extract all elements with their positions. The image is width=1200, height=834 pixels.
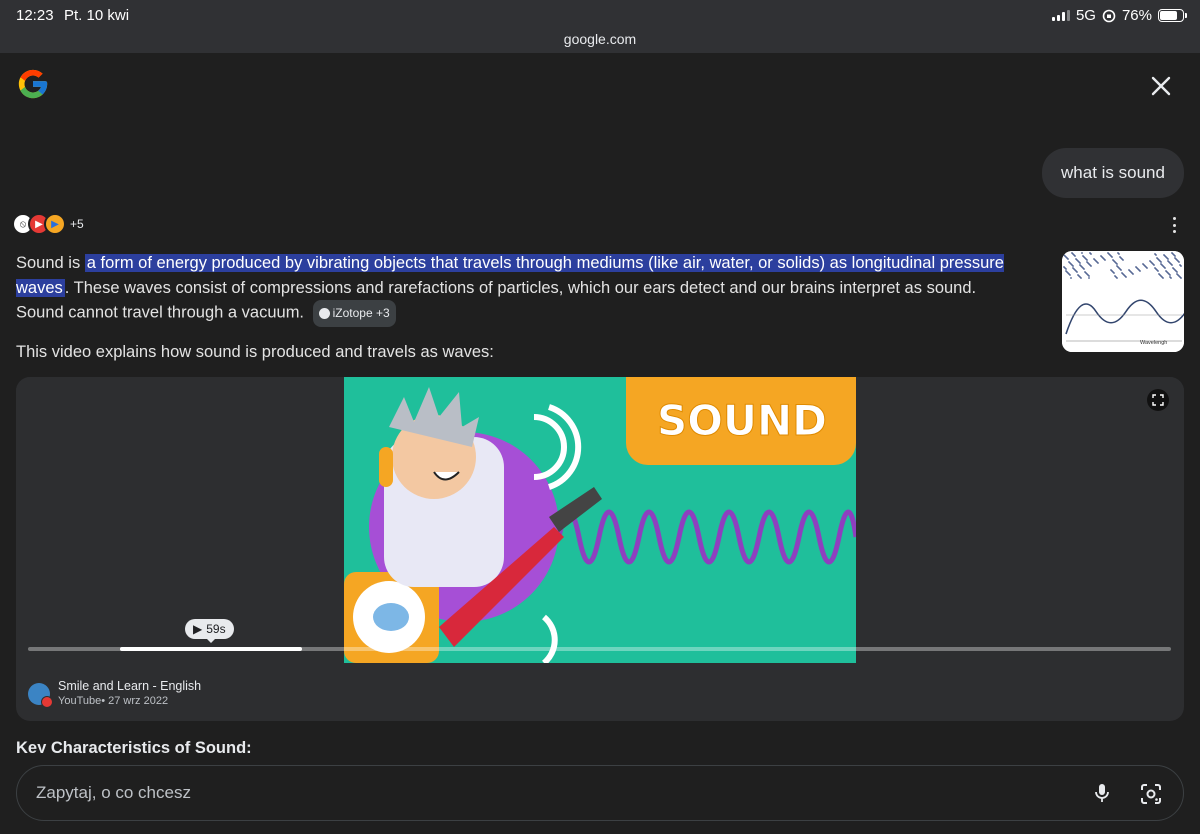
duration-label: 59s — [206, 622, 226, 636]
ai-overview-panel: what is sound ⦸ ▶ ▶ +5 Sound is a form o… — [0, 53, 1200, 834]
fullscreen-icon[interactable] — [1147, 389, 1169, 411]
status-indicators: 5G 76% — [1051, 7, 1187, 24]
source-site-icon: ▶ — [44, 213, 66, 235]
google-lens-icon[interactable] — [1139, 782, 1163, 806]
play-icon: ▶ — [193, 622, 203, 636]
url-label[interactable]: google.com — [0, 31, 1200, 47]
status-time: 12:23 — [16, 7, 54, 24]
channel-info[interactable]: Smile and Learn - English YouTube• 27 wr… — [28, 679, 201, 709]
ask-bar[interactable] — [16, 765, 1184, 821]
user-query-bubble: what is sound — [1042, 148, 1184, 198]
video-progress-track[interactable] — [28, 647, 1171, 651]
google-logo-icon — [18, 69, 48, 99]
more-options-icon[interactable] — [1170, 217, 1178, 233]
answer-text: Sound is a form of energy produced by vi… — [16, 251, 1016, 327]
ask-input[interactable] — [36, 766, 936, 820]
section-heading: Key Characteristics of Sound: — [16, 739, 252, 753]
video-player[interactable]: SOUND ▶ 59s — [16, 377, 1184, 663]
battery-icon — [1158, 9, 1187, 22]
video-intro-text: This video explains how sound is produce… — [16, 343, 494, 361]
video-progress-fill — [120, 647, 302, 651]
video-card: SOUND ▶ 59s Smile and Learn - English Yo… — [16, 377, 1184, 721]
answer-rest: . These waves consist of compressions an… — [16, 278, 977, 322]
wave-diagram-thumbnail[interactable]: Wavelengh — [1062, 251, 1184, 352]
citation-label: iZotope +3 — [332, 306, 390, 320]
close-icon[interactable] — [1148, 73, 1174, 99]
video-thumbnail[interactable]: SOUND — [344, 377, 856, 663]
citation-chip[interactable]: iZotope +3 — [312, 300, 396, 327]
microphone-icon[interactable] — [1091, 782, 1113, 804]
network-type: 5G — [1075, 7, 1096, 24]
sources-row[interactable]: ⦸ ▶ ▶ +5 — [12, 213, 84, 235]
status-bar: 12:23 Pt. 10 kwi 5G 76% google.com — [0, 0, 1200, 53]
channel-avatar — [28, 683, 53, 708]
sources-more-count: +5 — [70, 217, 84, 231]
battery-percent: 76% — [1121, 7, 1152, 24]
citation-icon — [318, 307, 330, 319]
longitudinal-wave-diagram: Wavelengh — [1062, 251, 1184, 352]
channel-name: Smile and Learn - English — [58, 679, 202, 693]
status-date: Pt. 10 kwi — [64, 7, 130, 24]
signal-icon — [1051, 10, 1070, 21]
video-title-text: SOUND — [657, 396, 827, 445]
answer-intro: Sound is — [16, 254, 85, 272]
wavelength-label: Wavelengh — [1140, 340, 1167, 346]
channel-meta: YouTube• 27 wrz 2022 — [58, 695, 169, 707]
sound-video-artwork: SOUND — [344, 377, 856, 663]
duration-badge: ▶ 59s — [185, 619, 234, 643]
orientation-lock-icon — [1102, 9, 1116, 22]
